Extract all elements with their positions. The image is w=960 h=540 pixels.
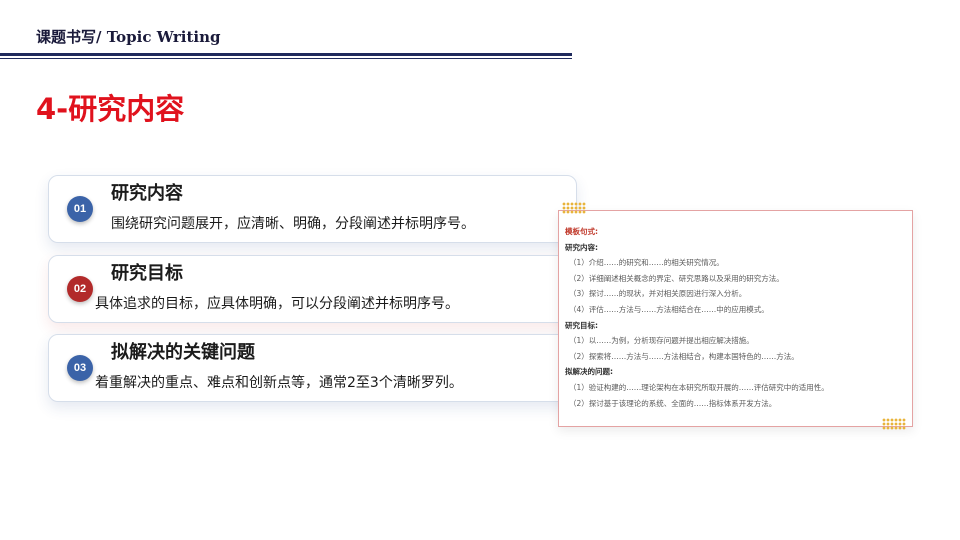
number-badge: 03: [67, 355, 93, 381]
template-section-title: 研究内容:: [565, 242, 598, 252]
template-item: （4）评估……方法与……方法相结合在……中的应用模式。: [569, 304, 769, 314]
template-item: （3）探讨……的现状，并对相关原因进行深入分析。: [569, 289, 747, 299]
header-rule-thin: [0, 58, 572, 59]
card-title: 拟解决的关键问题: [111, 342, 255, 363]
page-title: 4-研究内容: [36, 92, 185, 126]
card-key-problems: 03 拟解决的关键问题 着重解决的重点、难点和创新点等，通常2至3个清晰罗列。: [48, 334, 577, 402]
template-item: （2）详细阐述相关概念的界定、研究思路以及采用的研究方法。: [569, 273, 784, 283]
header-rule-thick: [0, 53, 572, 56]
header-title: 课题书写/ Topic Writing: [36, 28, 221, 46]
card-title: 研究目标: [111, 263, 183, 284]
number-badge: 02: [67, 276, 93, 302]
template-item: （1）验证构建的……理论架构在本研究所取开展的……评估研究中的适用性。: [569, 382, 829, 392]
template-item: （2）探索将……方法与……方法相结合，构建本国特色的……方法。: [569, 351, 799, 361]
dot-grid-decoration: [882, 418, 906, 430]
card-description: 围绕研究问题展开，应清晰、明确，分段阐述并标明序号。: [111, 216, 475, 232]
number-badge: 01: [67, 196, 93, 222]
card-description: 着重解决的重点、难点和创新点等，通常2至3个清晰罗列。: [95, 375, 463, 391]
template-heading: 模板句式:: [565, 227, 598, 236]
template-section-title: 拟解决的问题:: [565, 367, 613, 377]
dot-grid-decoration: [562, 202, 586, 214]
card-description: 具体追求的目标，应具体明确，可以分段阐述并标明序号。: [95, 296, 459, 312]
template-section-title: 研究目标:: [565, 320, 598, 330]
card-research-goal: 02 研究目标 具体追求的目标，应具体明确，可以分段阐述并标明序号。: [48, 255, 577, 323]
template-item: （1）介绍……的研究和……的相关研究情况。: [569, 258, 724, 268]
template-item: （1）以……为例，分析现存问题并提出相应解决措施。: [569, 336, 754, 346]
template-item: （2）探讨基于该理论的系统、全面的……指标体系开发方法。: [569, 398, 777, 408]
card-research-content: 01 研究内容 围绕研究问题展开，应清晰、明确，分段阐述并标明序号。: [48, 175, 577, 243]
template-content: 模板句式: 研究内容: （1）介绍……的研究和……的相关研究情况。 （2）详细阐…: [565, 224, 905, 411]
card-title: 研究内容: [111, 183, 183, 204]
